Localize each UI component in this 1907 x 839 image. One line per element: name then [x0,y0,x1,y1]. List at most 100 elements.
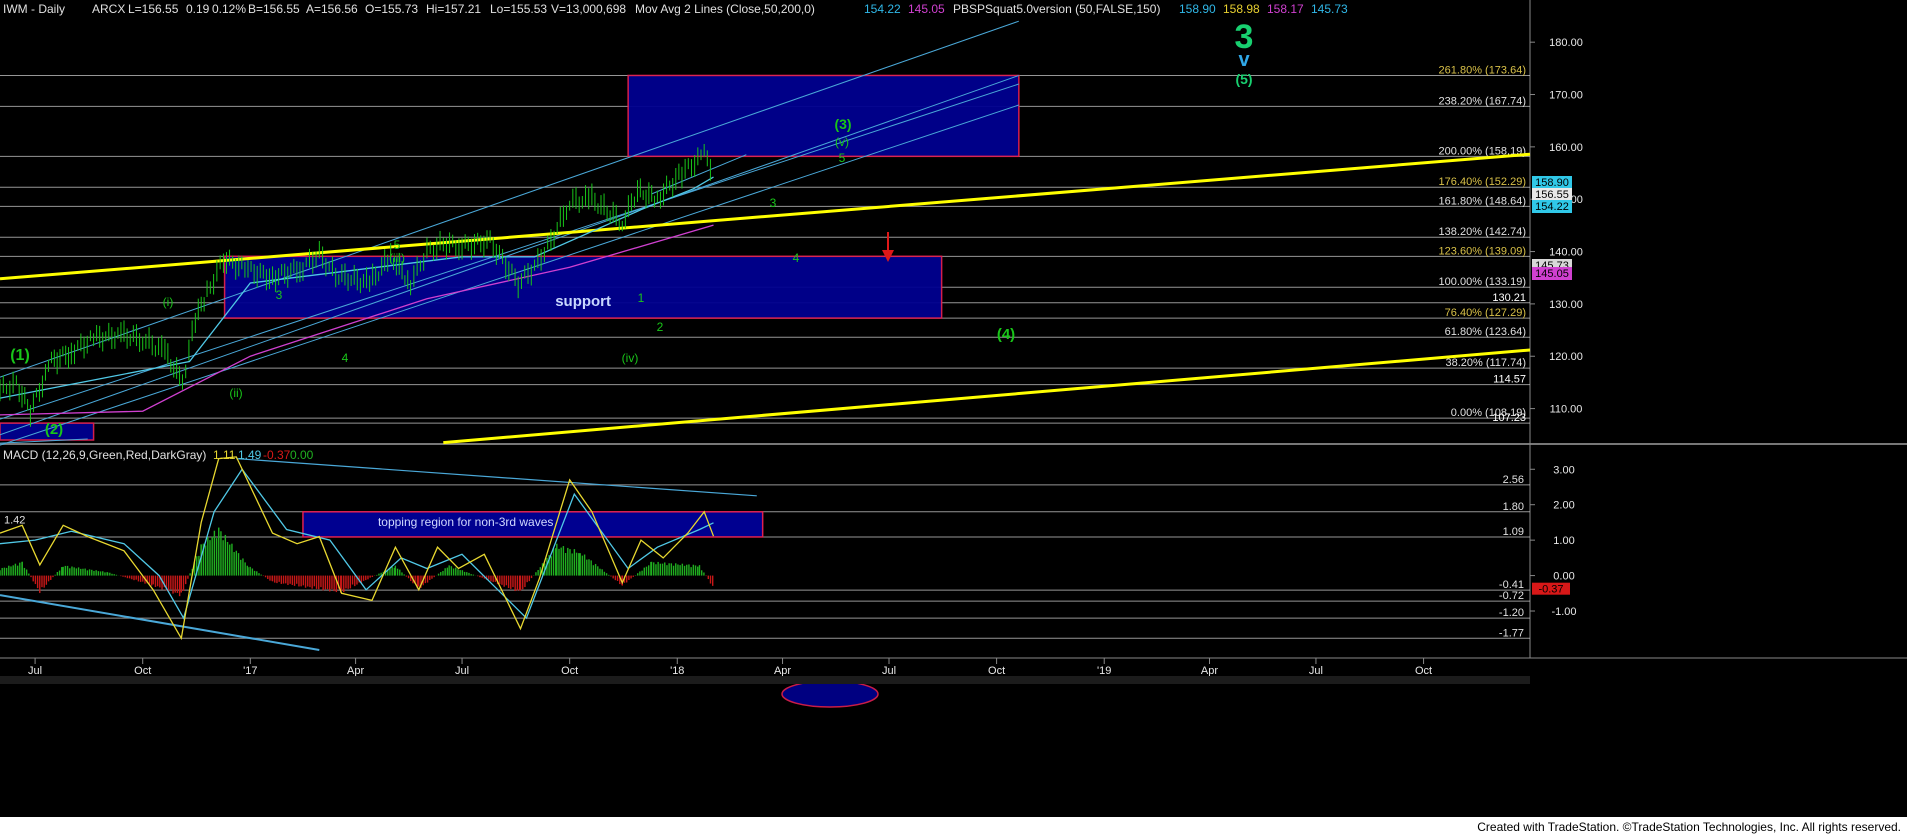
y-tick-label: 130.00 [1549,299,1583,311]
price-header-item: 158.17 [1267,2,1304,16]
macd-header-item: 1.11 [213,448,236,462]
x-tick-label: Jul [1309,665,1323,677]
wave-label: 3 [1235,18,1254,56]
price-header-item: A=156.56 [306,2,358,16]
price-header-item: 0.19 [186,2,210,16]
macd-trendline-low [0,594,320,651]
wave-label: 4 [793,251,800,265]
price-header-item: B=156.55 [248,2,300,16]
price-chart[interactable]: 261.80% (173.64)238.20% (167.74)200.00% … [0,0,1907,817]
wave-label: (4) [997,326,1015,343]
x-tick-label: Oct [134,665,151,677]
macd-level-label: -1.20 [1499,607,1524,619]
price-header-item: O=155.73 [365,2,418,16]
wave-label: (2) [45,421,63,438]
fib-label: 123.60% (139.09) [1439,245,1526,257]
last-value-text: 145.05 [1535,268,1569,280]
x-tick-label: Oct [988,665,1005,677]
last-value-text: 154.22 [1535,201,1569,213]
wave-label: (iii) [389,251,405,265]
x-tick-label: '18 [670,665,684,677]
x-tick-label: Oct [561,665,578,677]
macd-header-item: 1.49 [238,448,262,462]
y-tick-label: 140.00 [1549,247,1583,259]
wave-label: 3 [770,196,777,210]
wave-label: 2 [657,320,664,334]
price-header-item: Hi=157.21 [426,2,481,16]
x-tick-label: Jul [882,665,896,677]
macd-ellipse [781,680,879,708]
wave-label: (i) [163,295,174,309]
fib-label: 76.40% (127.29) [1445,307,1526,319]
last-value-text: 158.90 [1535,177,1569,189]
macd-header-item: -0.37 [263,448,291,462]
macd-level-label: 2.56 [1503,474,1524,486]
price-header-item: 154.22 [864,2,901,16]
channel-line [0,20,1019,378]
trendline-lower [443,348,1531,445]
fib-label: 138.20% (142.74) [1439,226,1526,238]
macd-level-label: 1.09 [1503,526,1524,538]
ma200-line [0,224,714,416]
price-header-item: 158.98 [1223,2,1260,16]
price-header-item: 145.05 [908,2,945,16]
fib-label: 130.21 [1492,292,1526,304]
price-header-item: PBSPSquat5.0version (50,FALSE,150) [953,2,1160,16]
footer-bar: Created with TradeStation. ©TradeStation… [0,817,1907,839]
macd-y-tick-label: -1.00 [1551,606,1576,618]
macd-trendline [236,458,757,497]
fib-label: 176.40% (152.29) [1439,176,1526,188]
x-tick-label: Apr [347,665,364,677]
price-header-item: Mov Avg 2 Lines (Close,50,200,0) [635,2,815,16]
x-tick-label: Apr [1201,665,1218,677]
macd-y-tick-label: 3.00 [1553,464,1574,476]
fib-label: 61.80% (123.64) [1445,326,1526,338]
wave-label: 5 [394,238,401,252]
price-header-item: V=13,000,698 [551,2,626,16]
macd-level-label: 1.80 [1503,501,1524,513]
fib-label: 100.00% (133.19) [1439,276,1526,288]
macd-line [0,456,715,641]
x-tick-label: Jul [455,665,469,677]
price-header-item: IWM - Daily [3,2,65,16]
fib-label: 38.20% (117.74) [1445,357,1526,369]
x-tick-label: '17 [243,665,257,677]
wave-label: (iv) [622,351,639,365]
fib-label: 114.57 [1493,374,1526,386]
y-tick-label: 120.00 [1549,351,1583,363]
credit-text: Created with TradeStation. ©TradeStation… [1477,820,1901,834]
wave-label: 3 [276,288,283,302]
fib-label: 261.80% (173.64) [1439,64,1526,76]
wave-label: 5 [839,151,846,165]
x-tick-label: Oct [1415,665,1432,677]
scroll-track[interactable] [0,676,1530,684]
price-header-item: 158.90 [1179,2,1216,16]
macd-y-tick-label: 2.00 [1553,500,1574,512]
last-value-text: 156.55 [1535,189,1569,201]
price-header-item: Lo=155.53 [490,2,547,16]
wave-label: 1 [638,291,645,305]
zone-label: support [555,293,611,310]
fib-label: 107.23 [1492,412,1526,424]
macd-last-text: -0.37 [1538,584,1563,596]
macd-level-label: -1.77 [1499,627,1524,639]
y-tick-label: 110.00 [1550,404,1583,416]
x-tick-label: Apr [774,665,791,677]
price-header-item: ARCX [92,2,125,16]
fib-label: 161.80% (148.64) [1439,195,1526,207]
macd-y-tick-label: 1.00 [1553,535,1574,547]
price-header-item: L=156.55 [128,2,179,16]
x-tick-label: Jul [28,665,42,677]
macd-header-item: 0.00 [290,448,314,462]
wave-label: (1) [10,347,30,364]
wave-label: (5) [1235,71,1252,87]
wave-label: (v) [835,135,849,149]
fib-label: 238.20% (167.74) [1439,95,1526,107]
x-tick-label: '19 [1097,665,1111,677]
macd-level-label: -0.72 [1499,590,1524,602]
price-header-item: 0.12% [212,2,246,16]
wave-label: (3) [834,116,851,132]
y-tick-label: 170.00 [1549,90,1583,102]
macd-left-label: 1.42 [4,514,25,526]
macd-y-tick-label: 0.00 [1553,571,1574,583]
